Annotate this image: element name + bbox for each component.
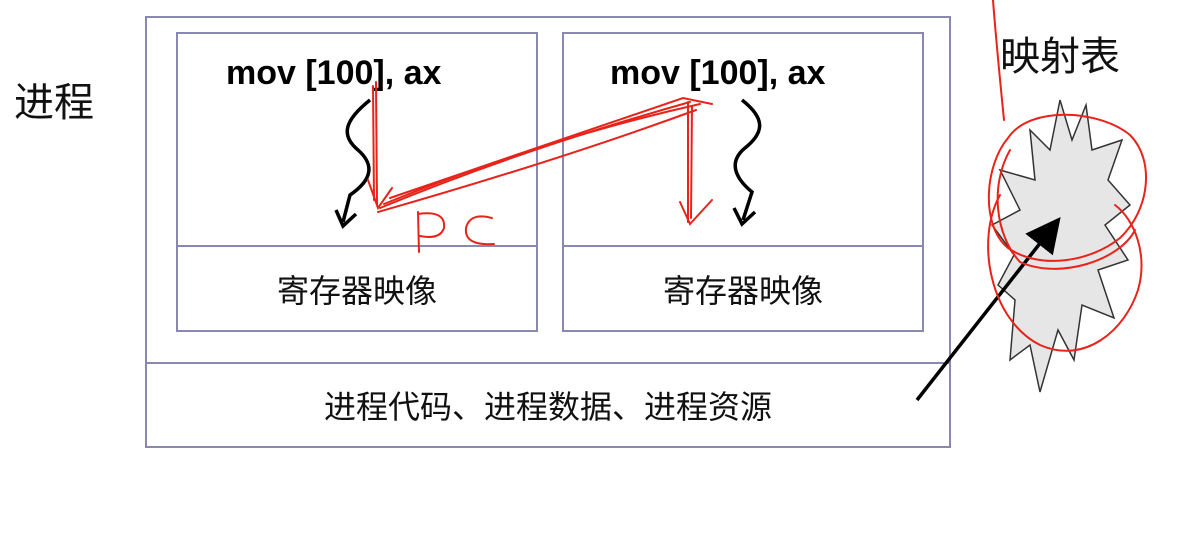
- thread-code-area-1: mov [100], ax: [178, 34, 536, 247]
- register-image-2: 寄存器映像: [662, 271, 823, 310]
- process-label: 进程: [14, 80, 94, 126]
- instruction-text-1: mov [100], ax: [226, 54, 442, 92]
- instruction-text-2: mov [100], ax: [610, 54, 826, 92]
- mapping-table-starburst: [990, 99, 1132, 393]
- register-image-1: 寄存器映像: [276, 271, 437, 310]
- red-circle-bottom: [987, 194, 1143, 352]
- thread-box-1: mov [100], ax 寄存器映像: [176, 32, 538, 332]
- thread-box-2: mov [100], ax 寄存器映像: [562, 32, 924, 332]
- mapping-table-label: 映射表: [1000, 34, 1120, 80]
- red-circle-top: [987, 113, 1147, 262]
- thread-code-area-2: mov [100], ax: [564, 34, 922, 247]
- red-circle-mid: [996, 149, 1136, 270]
- shared-resources-box: 进程代码、进程数据、进程资源: [147, 362, 949, 446]
